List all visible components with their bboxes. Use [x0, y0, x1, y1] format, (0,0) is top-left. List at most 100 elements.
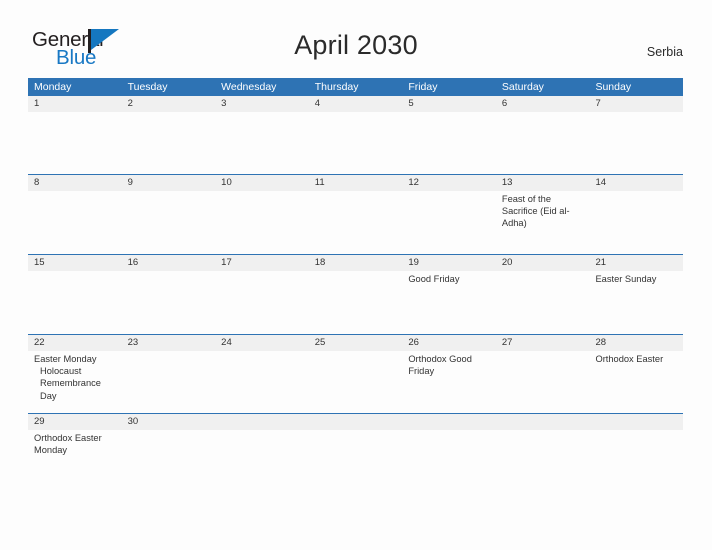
calendar-week-row: 15 16 17 18 19 20 21 Good Friday Easter Sunday	[28, 254, 683, 334]
day-cell-empty	[309, 430, 403, 490]
day-events-band: Good Friday Easter Sunday	[28, 271, 683, 334]
weekday-header-monday: Monday	[34, 81, 72, 93]
day-cell-1[interactable]	[28, 112, 122, 174]
day-number-empty	[215, 414, 309, 430]
day-cell-empty	[589, 430, 683, 490]
day-number-17[interactable]: 17	[215, 255, 309, 271]
calendar-week-row: 29 30 Orthodox Easter Monday	[28, 413, 683, 490]
day-number-23[interactable]: 23	[122, 335, 216, 351]
day-cell-21[interactable]: Easter Sunday	[589, 271, 683, 334]
day-cell-30[interactable]	[122, 430, 216, 490]
calendar-week-row: 1234567	[28, 96, 683, 174]
day-cell-23[interactable]	[122, 351, 216, 413]
day-number-16[interactable]: 16	[122, 255, 216, 271]
day-number-2[interactable]: 2	[122, 96, 216, 112]
calendar-week-row: 8 9 10 11 12 13 14 Feast of the Sacrifice (Eid …	[28, 174, 683, 254]
day-cell-4[interactable]	[309, 112, 403, 174]
calendar-weeks: 1 2 3 4 5 6 7 8 9 10 11 12 13 14 Feast of the Sacrific…	[28, 96, 683, 490]
weekday-header-saturday: Saturday	[501, 81, 544, 93]
holiday-event: Holocaust Remembrance Day	[40, 366, 101, 401]
day-number-band: 29 30	[28, 414, 683, 430]
weekday-header-thursday: Thursday	[314, 81, 359, 93]
weekday-header-wednesday: Wednesday	[221, 81, 277, 93]
weekday-header-row: Monday Tuesday Wednesday Thursday Friday Satu…	[28, 78, 683, 96]
day-number-5[interactable]: 5	[402, 96, 496, 112]
day-cell-18[interactable]	[309, 271, 403, 334]
day-number-20[interactable]: 20	[496, 255, 590, 271]
day-number-band: 22 23 24 25 26 27 28	[28, 335, 683, 351]
day-number-6[interactable]: 6	[496, 96, 590, 112]
day-cell-6[interactable]	[496, 112, 590, 174]
day-cell-15[interactable]	[28, 271, 122, 334]
calendar-grid: Monday Tuesday Wednesday Thursday Friday Satu…	[28, 78, 683, 490]
day-number-empty	[496, 414, 590, 430]
day-cell-29[interactable]: Orthodox Easter Monday	[28, 430, 122, 490]
day-number-10[interactable]: 10	[215, 175, 309, 191]
day-number-band: 1234567	[28, 96, 683, 112]
day-cell-19[interactable]: Good Friday	[402, 271, 496, 334]
day-cell-10[interactable]	[215, 191, 309, 254]
day-cell-26[interactable]: Orthodox Good Friday	[402, 351, 496, 413]
day-number-empty	[402, 414, 496, 430]
day-cell-empty	[215, 430, 309, 490]
day-number-19[interactable]: 19	[402, 255, 496, 271]
day-number-13[interactable]: 13	[496, 175, 590, 191]
day-cell-16[interactable]	[122, 271, 216, 334]
day-number-28[interactable]: 28	[589, 335, 683, 351]
day-cell-22[interactable]: Easter Monday Holocaust Remembrance Day	[28, 351, 122, 413]
holiday-event: Orthodox Good Friday	[408, 354, 472, 377]
day-number-8[interactable]: 8	[28, 175, 122, 191]
day-number-empty	[309, 414, 403, 430]
day-number-30[interactable]: 30	[122, 414, 216, 430]
day-cell-25[interactable]	[309, 351, 403, 413]
day-cell-7[interactable]	[589, 112, 683, 174]
holiday-event: Orthodox Easter	[595, 354, 664, 364]
day-cell-12[interactable]	[402, 191, 496, 254]
day-number-25[interactable]: 25	[309, 335, 403, 351]
day-cell-13[interactable]: Feast of the Sacrifice (Eid al-Adha)	[496, 191, 590, 254]
day-cell-2[interactable]	[122, 112, 216, 174]
day-cell-11[interactable]	[309, 191, 403, 254]
day-number-empty	[589, 414, 683, 430]
day-number-3[interactable]: 3	[215, 96, 309, 112]
day-cell-27[interactable]	[496, 351, 590, 413]
day-cell-empty	[496, 430, 590, 490]
country-label: Serbia	[646, 45, 683, 59]
holiday-event: Feast of the Sacrifice (Eid al-Adha)	[501, 194, 570, 229]
day-events-band: Orthodox Easter Monday	[28, 430, 683, 490]
calendar-page: General Blue April 2030 Serbia Monday Tue…	[0, 0, 712, 550]
day-cell-24[interactable]	[215, 351, 309, 413]
day-number-band: 15 16 17 18 19 20 21	[28, 255, 683, 271]
day-number-24[interactable]: 24	[215, 335, 309, 351]
day-number-9[interactable]: 9	[122, 175, 216, 191]
day-number-26[interactable]: 26	[402, 335, 496, 351]
day-number-4[interactable]: 4	[309, 96, 403, 112]
day-number-12[interactable]: 12	[402, 175, 496, 191]
day-number-band: 8 9 10 11 12 13 14	[28, 175, 683, 191]
day-number-1[interactable]: 1	[28, 96, 122, 112]
day-number-21[interactable]: 21	[589, 255, 683, 271]
day-number-22[interactable]: 22	[28, 335, 122, 351]
day-cell-20[interactable]	[496, 271, 590, 334]
day-number-29[interactable]: 29	[28, 414, 122, 430]
day-cell-28[interactable]: Orthodox Easter	[589, 351, 683, 413]
page-header: General Blue April 2030 Serbia	[0, 0, 712, 76]
holiday-event: Orthodox Easter Monday	[34, 433, 102, 456]
weekday-header-friday: Friday	[408, 81, 438, 93]
day-cell-5[interactable]	[402, 112, 496, 174]
day-cell-3[interactable]	[215, 112, 309, 174]
day-cell-14[interactable]	[589, 191, 683, 254]
day-cell-9[interactable]	[122, 191, 216, 254]
day-number-27[interactable]: 27	[496, 335, 590, 351]
day-number-15[interactable]: 15	[28, 255, 122, 271]
day-events-band: Easter Monday Holocaust Remembrance Day Or…	[28, 351, 683, 413]
day-number-11[interactable]: 11	[309, 175, 403, 191]
page-title: April 2030	[294, 30, 418, 60]
day-number-14[interactable]: 14	[589, 175, 683, 191]
day-cell-17[interactable]	[215, 271, 309, 334]
day-number-7[interactable]: 7	[589, 96, 683, 112]
day-cell-empty	[402, 430, 496, 490]
day-number-18[interactable]: 18	[309, 255, 403, 271]
holiday-event: Good Friday	[408, 274, 460, 284]
day-cell-8[interactable]	[28, 191, 122, 254]
